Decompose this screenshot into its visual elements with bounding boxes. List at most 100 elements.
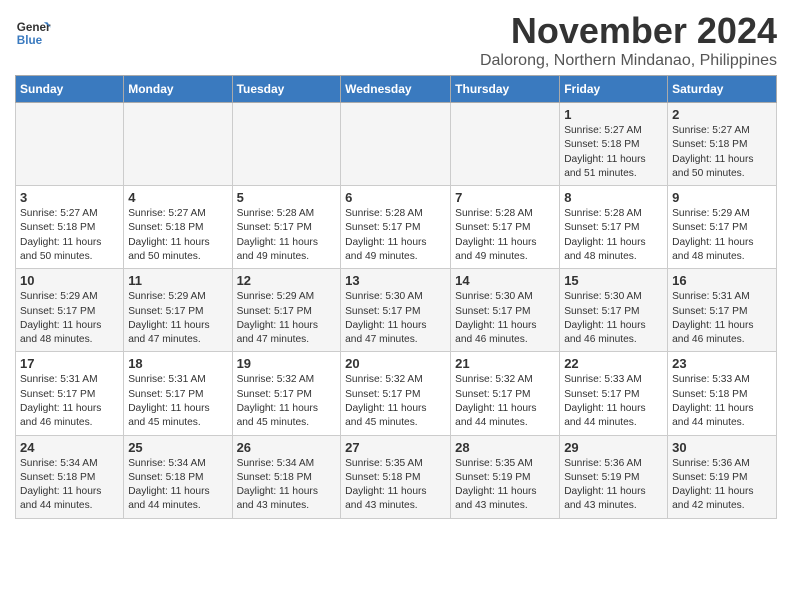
calendar-day-cell: 9 Sunrise: 5:29 AM Sunset: 5:17 PM Daylig…	[668, 186, 777, 269]
day-info: Sunrise: 5:27 AM Sunset: 5:18 PM Dayligh…	[128, 207, 227, 264]
day-number: 10	[20, 273, 119, 288]
day-info: Sunrise: 5:29 AM Sunset: 5:17 PM Dayligh…	[672, 207, 772, 264]
calendar-day-cell: 27 Sunrise: 5:35 AM Sunset: 5:18 PM Dayli…	[341, 435, 451, 518]
day-number: 3	[20, 190, 119, 205]
day-info: Sunrise: 5:34 AM Sunset: 5:18 PM Dayligh…	[237, 457, 337, 514]
calendar-week-row: 10 Sunrise: 5:29 AM Sunset: 5:17 PM Dayli…	[16, 269, 777, 352]
day-info: Sunrise: 5:30 AM Sunset: 5:17 PM Dayligh…	[345, 290, 446, 347]
calendar-day-cell: 4 Sunrise: 5:27 AM Sunset: 5:18 PM Daylig…	[124, 186, 232, 269]
month-title: November 2024	[480, 10, 777, 52]
calendar-week-row: 17 Sunrise: 5:31 AM Sunset: 5:17 PM Dayli…	[16, 352, 777, 435]
calendar-day-cell: 16Sunrise: 5:31 AM Sunset: 5:17 PM Dayli…	[668, 269, 777, 352]
day-number: 9	[672, 190, 772, 205]
day-number: 2	[672, 107, 772, 122]
day-info: Sunrise: 5:32 AM Sunset: 5:17 PM Dayligh…	[345, 373, 446, 430]
day-number: 23	[672, 356, 772, 371]
day-number: 5	[237, 190, 337, 205]
day-number: 8	[564, 190, 663, 205]
day-number: 12	[237, 273, 337, 288]
day-number: 18	[128, 356, 227, 371]
calendar-day-cell	[232, 103, 341, 186]
calendar-day-cell: 24 Sunrise: 5:34 AM Sunset: 5:18 PM Dayli…	[16, 435, 124, 518]
calendar-day-cell: 23 Sunrise: 5:33 AM Sunset: 5:18 PM Dayli…	[668, 352, 777, 435]
calendar-week-row: 1Sunrise: 5:27 AM Sunset: 5:18 PM Daylig…	[16, 103, 777, 186]
day-info: Sunrise: 5:30 AM Sunset: 5:17 PM Dayligh…	[564, 290, 663, 347]
day-number: 14	[455, 273, 555, 288]
calendar-day-cell: 12 Sunrise: 5:29 AM Sunset: 5:17 PM Dayli…	[232, 269, 341, 352]
calendar-day-cell: 10 Sunrise: 5:29 AM Sunset: 5:17 PM Dayli…	[16, 269, 124, 352]
day-info: Sunrise: 5:33 AM Sunset: 5:18 PM Dayligh…	[672, 373, 772, 430]
calendar-body: 1Sunrise: 5:27 AM Sunset: 5:18 PM Daylig…	[16, 103, 777, 519]
calendar-day-cell: 18 Sunrise: 5:31 AM Sunset: 5:17 PM Dayli…	[124, 352, 232, 435]
day-number: 15	[564, 273, 663, 288]
svg-text:Blue: Blue	[17, 34, 43, 47]
calendar-day-cell: 3Sunrise: 5:27 AM Sunset: 5:18 PM Daylig…	[16, 186, 124, 269]
calendar-day-cell: 28 Sunrise: 5:35 AM Sunset: 5:19 PM Dayli…	[451, 435, 560, 518]
day-info: Sunrise: 5:29 AM Sunset: 5:17 PM Dayligh…	[128, 290, 227, 347]
calendar-day-cell	[451, 103, 560, 186]
calendar-day-cell: 1Sunrise: 5:27 AM Sunset: 5:18 PM Daylig…	[560, 103, 668, 186]
calendar-day-cell: 19 Sunrise: 5:32 AM Sunset: 5:17 PM Dayli…	[232, 352, 341, 435]
day-info: Sunrise: 5:29 AM Sunset: 5:17 PM Dayligh…	[20, 290, 119, 347]
day-info: Sunrise: 5:28 AM Sunset: 5:17 PM Dayligh…	[455, 207, 555, 264]
calendar-table: SundayMondayTuesdayWednesdayThursdayFrid…	[15, 75, 777, 519]
day-info: Sunrise: 5:31 AM Sunset: 5:17 PM Dayligh…	[128, 373, 227, 430]
calendar-day-cell: 17Sunrise: 5:31 AM Sunset: 5:17 PM Dayli…	[16, 352, 124, 435]
day-number: 11	[128, 273, 227, 288]
day-number: 6	[345, 190, 446, 205]
weekday-header-cell: Saturday	[668, 76, 777, 103]
day-number: 26	[237, 440, 337, 455]
weekday-header-cell: Thursday	[451, 76, 560, 103]
weekday-header-cell: Wednesday	[341, 76, 451, 103]
day-info: Sunrise: 5:29 AM Sunset: 5:17 PM Dayligh…	[237, 290, 337, 347]
day-number: 27	[345, 440, 446, 455]
day-number: 19	[237, 356, 337, 371]
calendar-day-cell: 30Sunrise: 5:36 AM Sunset: 5:19 PM Dayli…	[668, 435, 777, 518]
day-number: 30	[672, 440, 772, 455]
calendar-day-cell: 8 Sunrise: 5:28 AM Sunset: 5:17 PM Daylig…	[560, 186, 668, 269]
day-number: 4	[128, 190, 227, 205]
logo: General Blue	[15, 15, 51, 51]
weekday-header-cell: Friday	[560, 76, 668, 103]
day-info: Sunrise: 5:34 AM Sunset: 5:18 PM Dayligh…	[20, 457, 119, 514]
calendar-day-cell: 15 Sunrise: 5:30 AM Sunset: 5:17 PM Dayli…	[560, 269, 668, 352]
calendar-day-cell	[124, 103, 232, 186]
day-number: 13	[345, 273, 446, 288]
day-info: Sunrise: 5:27 AM Sunset: 5:18 PM Dayligh…	[672, 124, 772, 181]
calendar-day-cell: 29Sunrise: 5:36 AM Sunset: 5:19 PM Dayli…	[560, 435, 668, 518]
day-number: 7	[455, 190, 555, 205]
calendar-day-cell: 26 Sunrise: 5:34 AM Sunset: 5:18 PM Dayli…	[232, 435, 341, 518]
day-number: 24	[20, 440, 119, 455]
day-number: 28	[455, 440, 555, 455]
day-number: 21	[455, 356, 555, 371]
day-info: Sunrise: 5:35 AM Sunset: 5:18 PM Dayligh…	[345, 457, 446, 514]
day-info: Sunrise: 5:34 AM Sunset: 5:18 PM Dayligh…	[128, 457, 227, 514]
weekday-header-cell: Sunday	[16, 76, 124, 103]
day-info: Sunrise: 5:28 AM Sunset: 5:17 PM Dayligh…	[564, 207, 663, 264]
title-block: November 2024 Dalorong, Northern Mindana…	[480, 10, 777, 70]
day-number: 17	[20, 356, 119, 371]
day-number: 25	[128, 440, 227, 455]
calendar-day-cell: 22Sunrise: 5:33 AM Sunset: 5:17 PM Dayli…	[560, 352, 668, 435]
logo-icon: General Blue	[15, 15, 51, 51]
day-number: 20	[345, 356, 446, 371]
calendar-week-row: 24 Sunrise: 5:34 AM Sunset: 5:18 PM Dayli…	[16, 435, 777, 518]
calendar-day-cell: 7 Sunrise: 5:28 AM Sunset: 5:17 PM Daylig…	[451, 186, 560, 269]
calendar-day-cell: 21Sunrise: 5:32 AM Sunset: 5:17 PM Dayli…	[451, 352, 560, 435]
day-info: Sunrise: 5:30 AM Sunset: 5:17 PM Dayligh…	[455, 290, 555, 347]
day-info: Sunrise: 5:28 AM Sunset: 5:17 PM Dayligh…	[345, 207, 446, 264]
calendar-day-cell: 13 Sunrise: 5:30 AM Sunset: 5:17 PM Dayli…	[341, 269, 451, 352]
calendar-day-cell	[341, 103, 451, 186]
calendar-day-cell	[16, 103, 124, 186]
weekday-header-row: SundayMondayTuesdayWednesdayThursdayFrid…	[16, 76, 777, 103]
location-subtitle: Dalorong, Northern Mindanao, Philippines	[480, 52, 777, 70]
calendar-day-cell: 20 Sunrise: 5:32 AM Sunset: 5:17 PM Dayli…	[341, 352, 451, 435]
calendar-day-cell: 11 Sunrise: 5:29 AM Sunset: 5:17 PM Dayli…	[124, 269, 232, 352]
day-info: Sunrise: 5:35 AM Sunset: 5:19 PM Dayligh…	[455, 457, 555, 514]
weekday-header-cell: Tuesday	[232, 76, 341, 103]
day-info: Sunrise: 5:28 AM Sunset: 5:17 PM Dayligh…	[237, 207, 337, 264]
day-info: Sunrise: 5:31 AM Sunset: 5:17 PM Dayligh…	[672, 290, 772, 347]
calendar-day-cell: 14 Sunrise: 5:30 AM Sunset: 5:17 PM Dayli…	[451, 269, 560, 352]
day-info: Sunrise: 5:32 AM Sunset: 5:17 PM Dayligh…	[237, 373, 337, 430]
day-number: 29	[564, 440, 663, 455]
